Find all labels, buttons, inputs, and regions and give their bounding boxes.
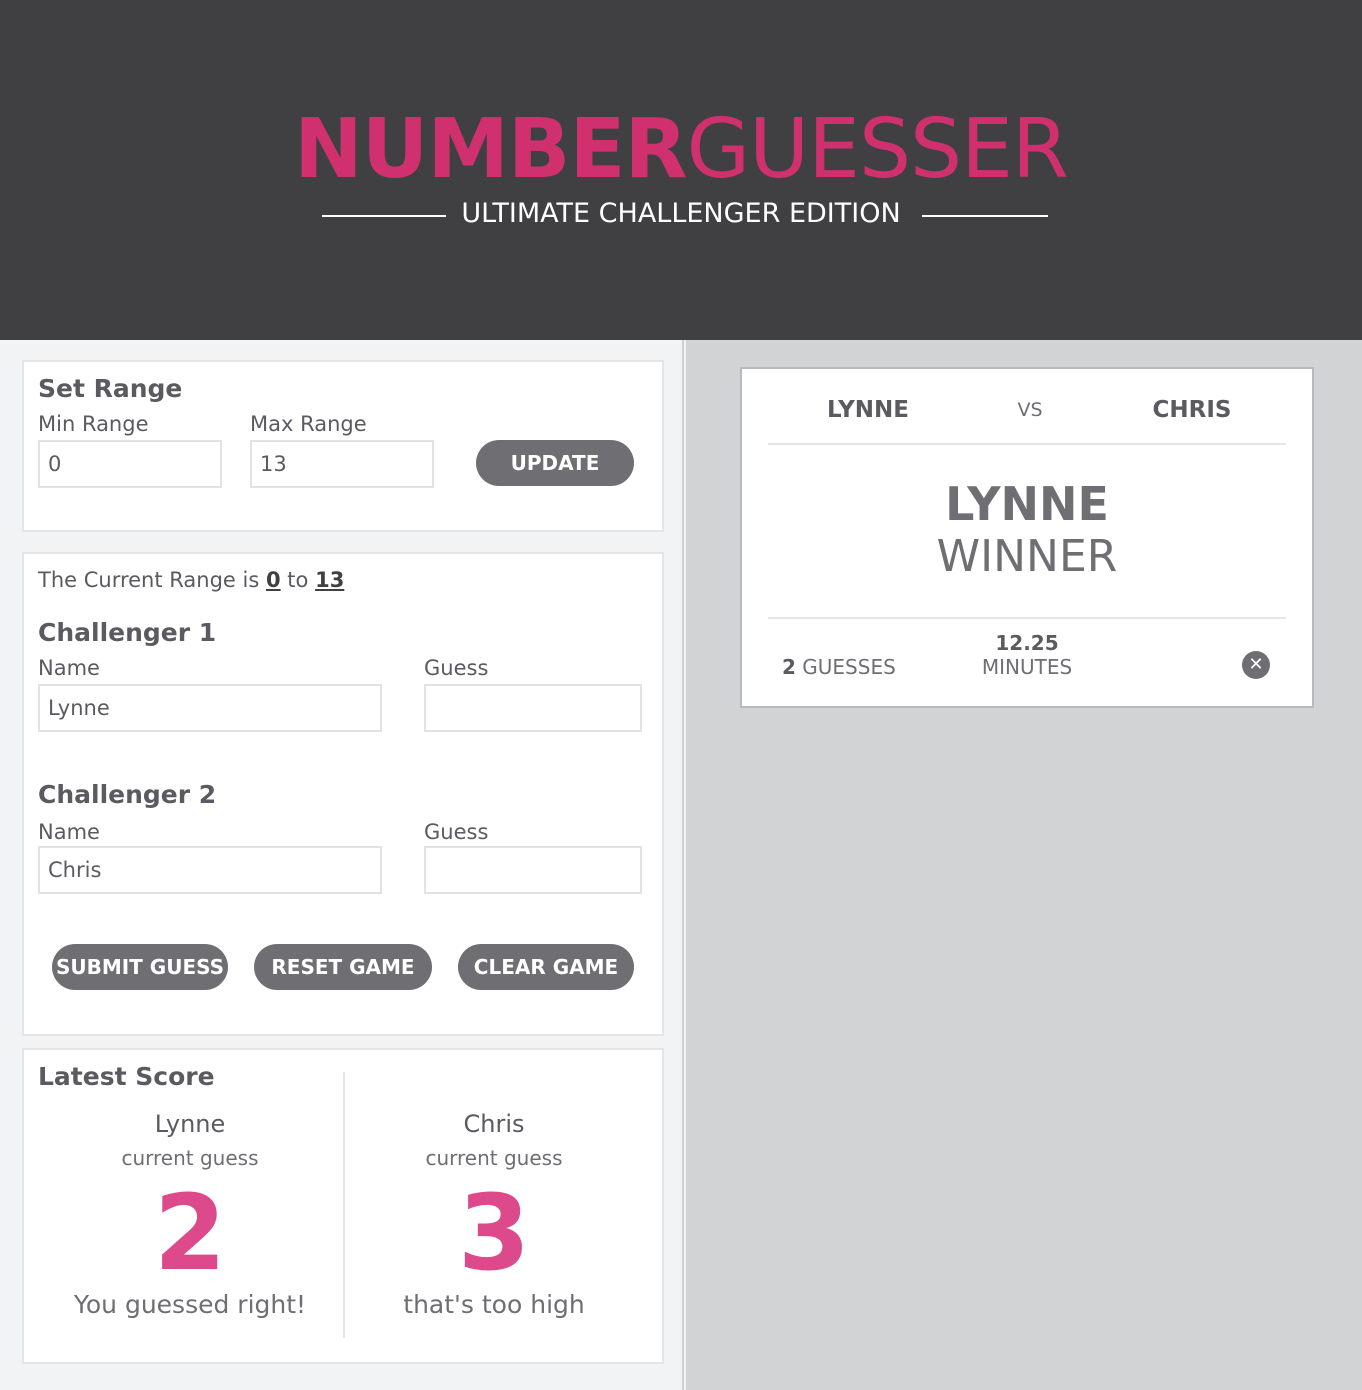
winner-card-divider-top [768,443,1286,445]
latest-score-card: Latest Score Lynne current guess 2 You g… [22,1048,664,1364]
header: NUMBERGUESSER ULTIMATE CHALLENGER EDITIO… [0,0,1362,340]
challenger2-title: Challenger 2 [38,780,217,809]
player1-score-subtitle: current guess [121,1146,259,1170]
player1-score-name: Lynne [154,1110,226,1138]
current-range-text: The Current Range is 0 to 13 [38,568,344,592]
player2-score-name: Chris [463,1110,525,1138]
winner-card-player1: LYNNE [827,397,909,423]
range-max-value: 13 [315,568,345,592]
challenger1-name-input[interactable] [38,684,382,732]
player1-current-guess: 2 [153,1172,227,1294]
latest-score-title: Latest Score [38,1062,215,1091]
challenger2-guess-label: Guess [424,820,489,844]
challenger1-name-label: Name [38,656,100,680]
logo-light-text: GUESSER [686,102,1069,197]
min-range-input[interactable] [38,440,222,488]
challenger2-guess-input[interactable] [424,846,642,894]
max-range-label: Max Range [250,412,367,436]
challenger1-title: Challenger 1 [38,618,217,647]
app-subtitle: ULTIMATE CHALLENGER EDITION [461,198,901,229]
winner-time-label: MINUTES [981,655,1073,679]
set-range-card: Set Range Min Range Max Range UPDATE [22,360,664,532]
challenger1-guess-input[interactable] [424,684,642,732]
player1-feedback: You guessed right! [73,1290,307,1319]
player2-feedback: that's too high [403,1290,585,1319]
challenger1-guess-label: Guess [424,656,489,680]
winner-card: LYNNE VS CHRIS LYNNE WINNER 2 GUESSES 12… [740,367,1314,708]
player2-score-subtitle: current guess [425,1146,563,1170]
left-column: Set Range Min Range Max Range UPDATE The… [0,340,684,1390]
range-to: to [287,568,309,592]
winner-card-divider-bottom [768,617,1286,619]
submit-guess-button[interactable]: SUBMIT GUESS [52,944,228,990]
guess-count-value: 2 [782,655,796,679]
challenger2-name-label: Name [38,820,100,844]
winner-card-player2: CHRIS [1152,397,1232,423]
logo-bold-text: NUMBER [294,102,687,197]
set-range-title: Set Range [38,374,183,403]
reset-game-button[interactable]: RESET GAME [254,944,432,990]
challenger2-name-input[interactable] [38,846,382,894]
winner-name: LYNNE [945,477,1109,531]
close-circle-icon[interactable]: ✕ [1242,651,1270,679]
clear-game-button[interactable]: CLEAR GAME [458,944,634,990]
guess-count-label: GUESSES [802,655,896,679]
min-range-label: Min Range [38,412,149,436]
subtitle-divider-right [922,215,1048,217]
app-logo: NUMBERGUESSER [0,100,1362,200]
update-button[interactable]: UPDATE [476,440,634,486]
winner-guess-count: 2 GUESSES [782,655,896,679]
range-prefix: The Current Range is [38,568,260,592]
winner-card-vs: VS [1017,399,1043,421]
player2-current-guess: 3 [457,1172,531,1294]
winner-time-value: 12.25 [995,631,1059,655]
challenge-card: The Current Range is 0 to 13 Challenger … [22,552,664,1036]
winner-label: WINNER [936,531,1118,582]
range-min-value: 0 [265,568,281,592]
max-range-input[interactable] [250,440,434,488]
